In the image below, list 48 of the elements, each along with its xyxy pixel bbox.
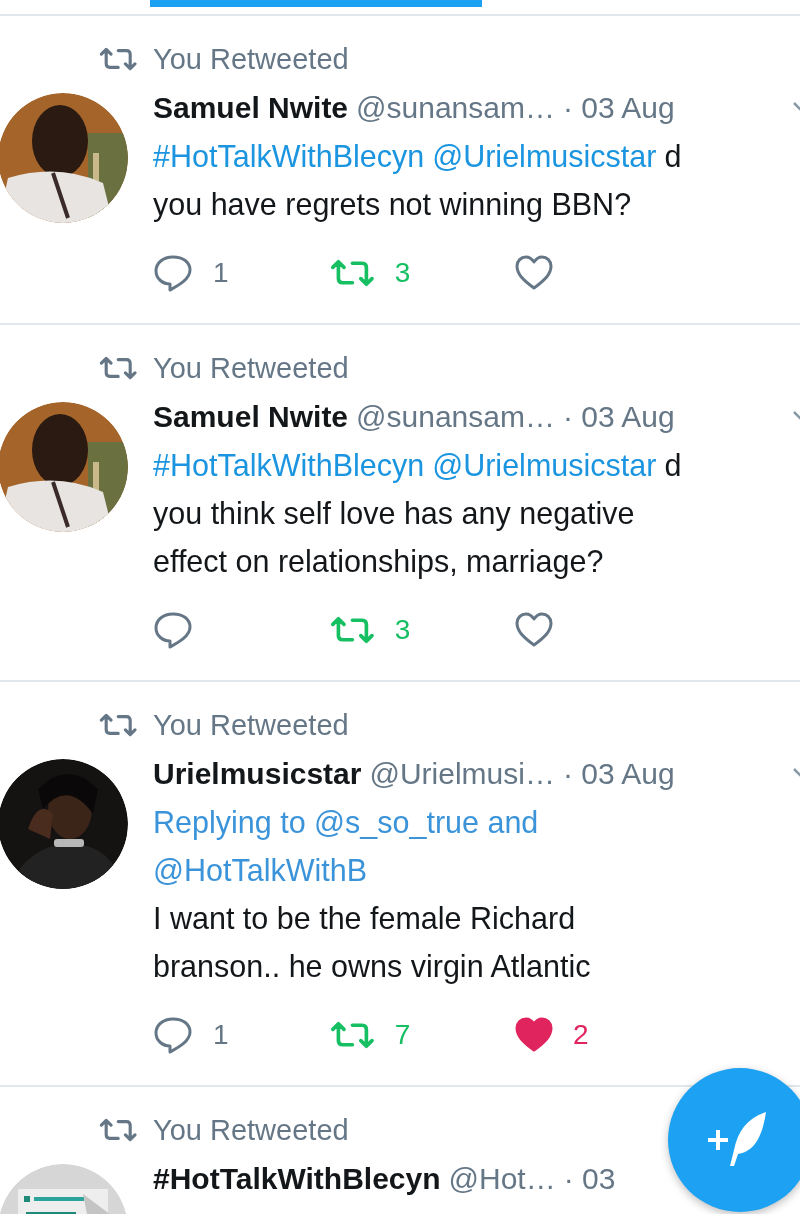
retweet-button-icon[interactable] xyxy=(330,259,375,287)
tweet-text: you have regrets not winning BBN? xyxy=(153,186,632,224)
retweet-icon xyxy=(98,1118,137,1142)
tweet-link[interactable]: @Urielmusicstar xyxy=(432,132,657,180)
author-handle: @sunansam… xyxy=(356,91,555,125)
heart-icon[interactable] xyxy=(515,612,553,648)
author-name: Urielmusicstar xyxy=(153,757,362,791)
tweet-text: d xyxy=(664,447,682,484)
heart-icon[interactable] xyxy=(515,1017,553,1053)
heart-icon[interactable] xyxy=(515,255,553,291)
reply-icon[interactable] xyxy=(153,1015,193,1055)
author-name: Samuel Nwite xyxy=(153,91,349,125)
author-name: Samuel Nwite xyxy=(153,400,349,434)
tweet-text: I want to be the female Richard xyxy=(153,900,576,937)
retweet-icon xyxy=(98,47,137,71)
tweet-text: effect on relationships, marriage? xyxy=(153,543,604,581)
retweet-icon xyxy=(98,356,137,380)
retweet-button-icon[interactable] xyxy=(330,616,375,644)
tweet-time: · 03 Aug xyxy=(562,400,675,434)
replying-to-text[interactable]: Replying to @s_so_true and xyxy=(153,798,539,846)
retweet-button-icon[interactable] xyxy=(330,1021,375,1049)
tweet-link[interactable]: #HotTalkWithBlecyn xyxy=(153,441,425,489)
tweet-text: d xyxy=(664,138,682,175)
tweet-time: · 03 xyxy=(563,1162,616,1196)
tweet-text: you think self love has any negative xyxy=(153,495,635,533)
reply-count: 1 xyxy=(213,257,229,289)
author-handle: @Urielmusi… xyxy=(369,757,555,791)
retweet-label: You Retweeted xyxy=(153,42,349,76)
reply-count: 1 xyxy=(213,1019,229,1051)
tweet-time: · 03 Aug xyxy=(562,757,675,791)
tweet-text: branson.. he owns virgin Atlantic xyxy=(153,948,591,986)
author-handle: @Hot… xyxy=(448,1162,556,1196)
like-count: 2 xyxy=(573,1019,589,1051)
tweet-link[interactable]: #HotTalkWithBlecyn xyxy=(153,132,425,180)
author-name: #HotTalkWithBlecyn xyxy=(153,1162,441,1196)
reply-icon[interactable] xyxy=(153,253,193,293)
reply-icon[interactable] xyxy=(153,610,193,650)
retweet-label: You Retweeted xyxy=(153,351,349,385)
retweet-label: You Retweeted xyxy=(153,708,349,742)
retweet-count: 7 xyxy=(394,1019,411,1051)
tweet-link[interactable]: @Urielmusicstar xyxy=(432,441,657,489)
replying-to-text[interactable]: @HotTalkWithB xyxy=(153,846,367,894)
retweet-icon xyxy=(98,713,137,737)
author-handle: @sunansam… xyxy=(356,400,555,434)
tweet-time: · 03 Aug xyxy=(562,91,675,125)
retweet-count: 3 xyxy=(394,257,411,289)
retweet-count: 3 xyxy=(394,614,411,646)
retweet-label: You Retweeted xyxy=(153,1113,349,1147)
